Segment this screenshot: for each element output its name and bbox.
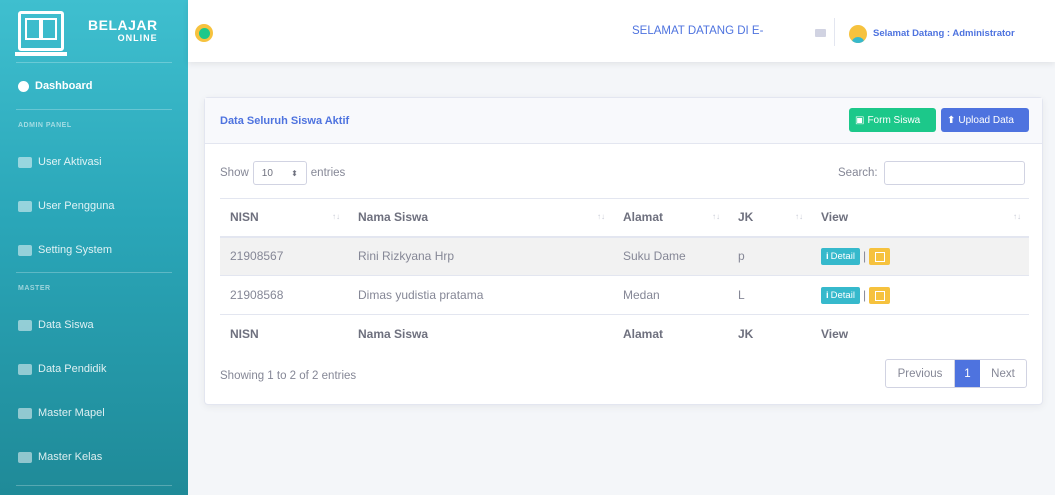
cell-nama: Dimas yudistia pratama (348, 275, 613, 315)
search-box: Search: (838, 161, 1025, 185)
card-title: Data Seluruh Siswa Aktif (220, 115, 350, 127)
wrench-icon (18, 244, 32, 256)
pagination: Previous 1 Next (885, 359, 1027, 388)
table-footer-row: NISN Nama Siswa Alamat JK View (220, 314, 1029, 353)
search-input[interactable] (883, 161, 1025, 185)
cell-jk: p (728, 236, 811, 276)
sidebar-item-dashboard[interactable]: Dashboard (0, 63, 188, 109)
brand-subtitle: ONLINE (117, 32, 158, 43)
info-icon: i (826, 250, 829, 262)
edit-icon[interactable] (869, 286, 891, 304)
sidebar-item-setting-system[interactable]: Setting System (0, 228, 188, 272)
entries-value: 10 (261, 167, 273, 179)
table-row: 21908567 Rini Rizkyana Hrp Suku Dame p i… (220, 236, 1029, 276)
brand-logo-icon (15, 11, 67, 56)
cell-view: i Detail | (811, 275, 1029, 315)
list-icon (18, 451, 32, 463)
pagination-next[interactable]: Next (980, 360, 1026, 387)
sidebar-item-label: Master Kelas (38, 451, 103, 463)
table-row: 21908568 Dimas yudistia pratama Medan L … (220, 275, 1029, 315)
footer-view: View (811, 314, 1029, 353)
user-menu[interactable]: Selamat Datang : Administrator (873, 28, 1015, 39)
avatar[interactable] (849, 25, 867, 43)
sidebar-item-master-kelas[interactable]: Master Kelas (0, 435, 188, 479)
user-plus-icon (18, 156, 32, 168)
entries-select[interactable]: 10 ⬍ (252, 161, 307, 185)
students-card: Data Seluruh Siswa Aktif ▣ Form Siswa ⬆ … (204, 97, 1043, 405)
column-header-alamat[interactable]: Alamat ↑↓ (613, 198, 728, 238)
cell-alamat: Medan (613, 275, 728, 315)
sidebar-item-label: Master Mapel (38, 407, 105, 419)
entries-label: entries (310, 167, 346, 179)
welcome-text: SELAMAT DATANG DI E- (632, 25, 764, 37)
entries-length: Show 10 ⬍ entries (220, 161, 345, 185)
cell-nisn: 21908568 (220, 275, 348, 315)
pagination-page-1[interactable]: 1 (955, 360, 980, 387)
sidebar-item-data-pendidik[interactable]: Data Pendidik (0, 347, 188, 391)
footer-nama: Nama Siswa (348, 314, 613, 353)
sort-icon: ↑↓ (795, 212, 803, 221)
sidebar-item-label: Setting System (38, 244, 112, 256)
column-header-nama[interactable]: Nama Siswa ↑↓ (348, 198, 613, 238)
cell-nisn: 21908567 (220, 236, 348, 276)
brand[interactable]: BELAJAR ONLINE (0, 0, 188, 62)
sidebar-item-label: Data Siswa (38, 319, 94, 331)
sidebar-heading-admin: ADMIN PANEL (18, 121, 72, 129)
detail-button[interactable]: i Detail (821, 286, 860, 304)
upload-data-button[interactable]: ⬆ Upload Data (941, 108, 1029, 132)
edit-icon[interactable] (869, 247, 891, 265)
footer-jk: JK (728, 314, 811, 353)
sidebar-item-label: User Pengguna (38, 200, 115, 212)
upload-icon: ⬆ (947, 114, 956, 126)
column-header-nisn[interactable]: NISN ↑↓ (220, 198, 348, 238)
detail-button[interactable]: i Detail (821, 247, 860, 265)
student-icon (18, 319, 32, 331)
upload-data-label: Upload Data (958, 114, 1014, 126)
list-icon (18, 407, 32, 419)
teacher-icon (18, 363, 32, 375)
cell-alamat: Suku Dame (613, 236, 728, 276)
sort-icon: ↑↓ (1013, 212, 1021, 221)
show-label: Show (220, 167, 249, 179)
column-header-view[interactable]: View ↑↓ (811, 198, 1029, 238)
search-label: Search: (838, 167, 878, 179)
footer-alamat: Alamat (613, 314, 728, 353)
table-info: Showing 1 to 2 of 2 entries (220, 370, 357, 382)
sidebar-heading-master: MASTER (18, 284, 51, 292)
sort-icon: ↑↓ (597, 212, 605, 221)
file-icon: ▣ (855, 114, 865, 126)
footer-nisn: NISN (220, 314, 348, 353)
sidebar-item-master-mapel[interactable]: Master Mapel (0, 391, 188, 435)
info-icon: i (826, 289, 829, 301)
topbar: SELAMAT DATANG DI E- Selamat Datang : Ad… (188, 0, 1055, 62)
cell-jk: L (728, 275, 811, 315)
users-icon (18, 200, 32, 212)
dashboard-icon (18, 80, 29, 92)
sort-icon: ↑↓ (332, 212, 340, 221)
sidebar-item-user-aktivasi[interactable]: User Aktivasi (0, 140, 188, 184)
sort-icon: ↑↓ (712, 212, 720, 221)
card-header: Data Seluruh Siswa Aktif ▣ Form Siswa ⬆ … (205, 98, 1042, 144)
sidebar-item-label: User Aktivasi (38, 156, 102, 168)
sidebar-item-user-pengguna[interactable]: User Pengguna (0, 184, 188, 228)
form-siswa-label: Form Siswa (867, 114, 921, 126)
select-arrows-icon: ⬍ (291, 168, 298, 178)
school-logo-icon (195, 24, 213, 42)
sidebar-item-label: Data Pendidik (38, 363, 107, 375)
brand-title: BELAJAR (88, 17, 158, 34)
topbar-divider (834, 18, 835, 46)
sidebar-item-data-siswa[interactable]: Data Siswa (0, 303, 188, 347)
envelope-icon[interactable] (815, 29, 826, 37)
cell-nama: Rini Rizkyana Hrp (348, 236, 613, 276)
sidebar: BELAJAR ONLINE Dashboard ADMIN PANEL Use… (0, 0, 188, 495)
cell-view: i Detail | (811, 236, 1029, 276)
sidebar-item-label: Dashboard (35, 80, 93, 92)
column-header-jk[interactable]: JK ↑↓ (728, 198, 811, 238)
pagination-previous[interactable]: Previous (886, 360, 955, 387)
students-table: NISN ↑↓ Nama Siswa ↑↓ Alamat ↑↓ JK ↑↓ View ↑↓… (220, 198, 1029, 353)
form-siswa-button[interactable]: ▣ Form Siswa (849, 108, 936, 132)
